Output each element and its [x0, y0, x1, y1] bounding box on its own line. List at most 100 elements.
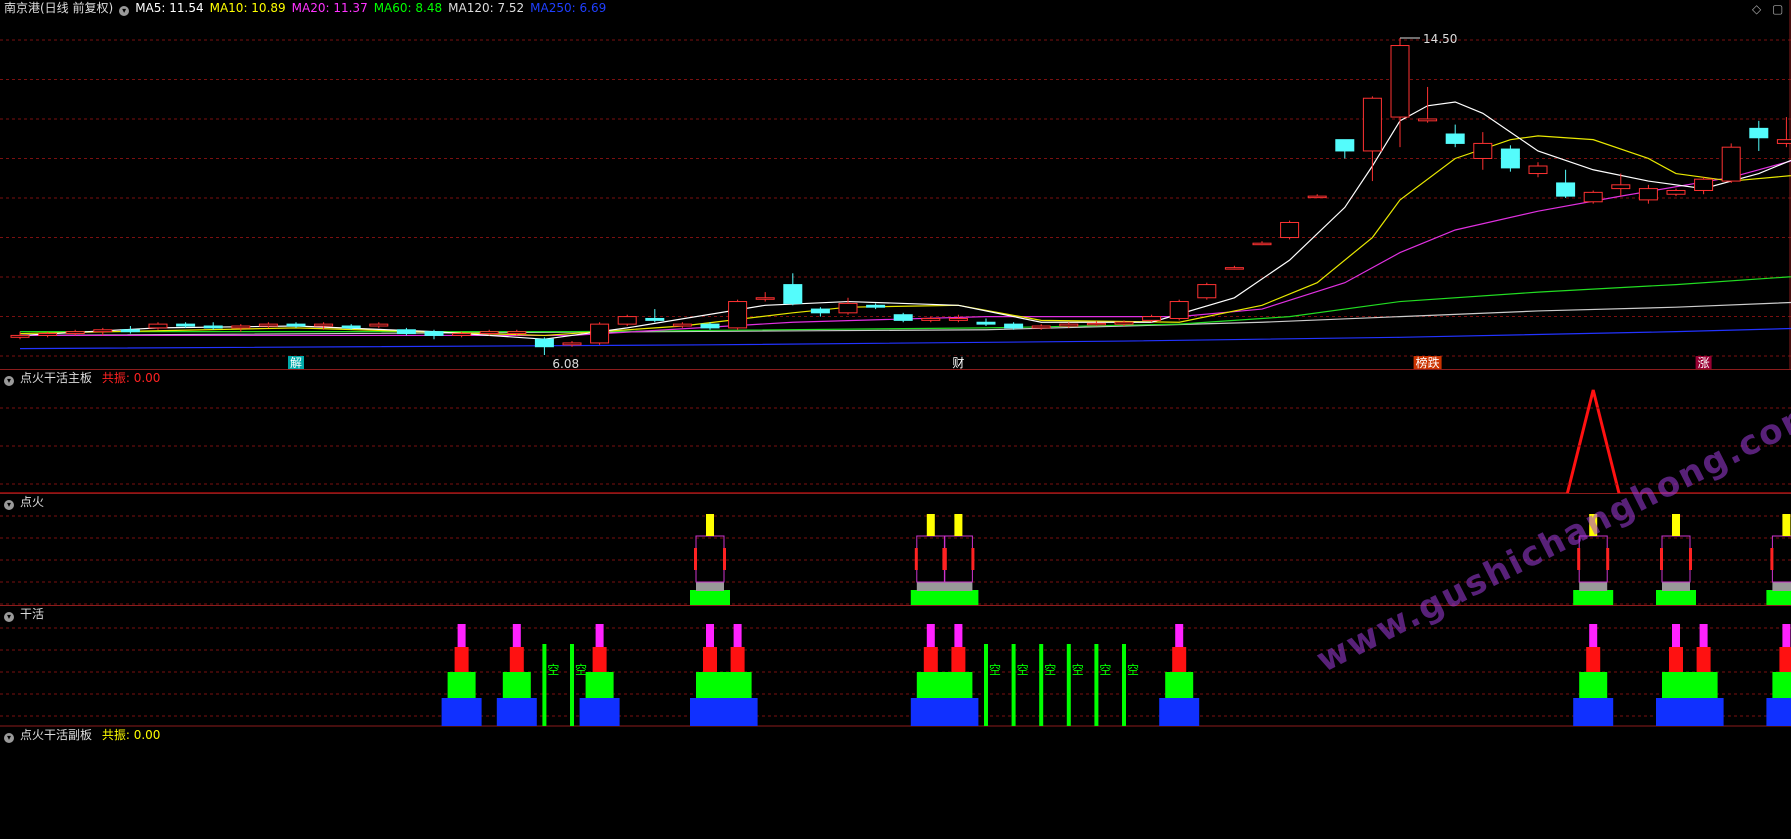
work-signal [496, 624, 537, 726]
empty-signal-label: 空 [1072, 663, 1084, 677]
candle [93, 327, 113, 336]
candle [1721, 143, 1741, 183]
candle [1500, 145, 1520, 172]
candle [866, 303, 886, 310]
ma-legend: MA5: 11.54 MA10: 10.89 MA20: 11.37 MA60: 8.… [135, 1, 612, 15]
empty-signal-bar [984, 644, 988, 726]
empty-signal-bar [542, 644, 547, 726]
candle [1307, 194, 1327, 199]
resonance-chart [0, 389, 1791, 494]
candle [286, 322, 306, 328]
event-marker: 涨 [1698, 355, 1710, 369]
toggle-icon[interactable]: ▾ [4, 376, 14, 386]
candle [1556, 169, 1576, 199]
empty-signal-bar [1039, 644, 1044, 726]
candle [1197, 282, 1217, 300]
candle [617, 314, 637, 327]
ignite-chart [0, 514, 1791, 606]
resonance-line [0, 389, 1791, 494]
candle [1583, 190, 1603, 204]
candle [1694, 177, 1714, 195]
resonance-panel[interactable]: ▾ 点火干活主板 共振: 0.00 [0, 369, 1791, 494]
empty-signal-bar [1122, 644, 1126, 726]
ignite-panel-header: ▾ 点火 [4, 495, 50, 510]
candle [1445, 124, 1465, 148]
candlestick-chart[interactable]: 14.50 6.08 解 财 榜跌 涨 [0, 0, 1791, 369]
candle [783, 273, 803, 306]
empty-signal-bar [1066, 644, 1071, 726]
toggle-icon[interactable]: ▾ [4, 500, 14, 510]
candle [1169, 299, 1189, 321]
candle [1252, 241, 1272, 246]
candle [231, 324, 251, 332]
candle [1335, 139, 1355, 159]
stock-name: 南京港(日线 前复权) [4, 1, 114, 15]
resonance-value: 共振: 0.00 [101, 728, 161, 742]
ignite-signal [1573, 514, 1614, 606]
candle [120, 326, 140, 334]
candle [976, 318, 996, 327]
empty-signal-label: 空 [575, 663, 587, 677]
ma-legend-item: MA20: 11.37 [291, 1, 368, 15]
candle [1749, 120, 1769, 151]
candle [1362, 96, 1382, 182]
candle [534, 337, 554, 355]
main-chart-header: 南京港(日线 前复权) ▾ MA5: 11.54 MA10: 10.89 MA20: 1… [4, 1, 618, 16]
ma10-line [19, 135, 1791, 337]
candle [948, 314, 968, 323]
toggle-icon[interactable]: ▾ [4, 733, 14, 743]
ma-legend-item: MA5: 11.54 [135, 1, 204, 15]
toggle-icon[interactable]: ▾ [4, 612, 14, 622]
ma-legend-item: MA10: 10.89 [209, 1, 286, 15]
high-price-label: 14.50 [1423, 32, 1457, 46]
empty-signal-label: 空 [989, 663, 1001, 677]
ignite-panel[interactable]: ▾ 点火 [0, 493, 1791, 606]
empty-signal-label: 空 [1017, 663, 1029, 677]
work-panel-header: ▾ 干活 [4, 607, 50, 622]
empty-signal-bar [1011, 644, 1016, 726]
main-chart-pane[interactable]: 14.50 6.08 解 财 榜跌 涨 南京港(日线 前复权) ▾ MA5: 11.54 MA1… [0, 0, 1791, 369]
ma20-line [20, 160, 1791, 337]
candle [645, 309, 665, 323]
empty-signal-label: 空 [1099, 663, 1111, 677]
work-signal [1159, 624, 1200, 726]
panel-title: 干活 [20, 607, 45, 621]
maximize-icon[interactable]: ▢ [1772, 2, 1783, 16]
candle [1142, 314, 1162, 323]
candle [396, 327, 416, 336]
candle [369, 322, 389, 328]
work-chart: 空空空空空空空空 [0, 624, 1791, 727]
event-marker: 财 [952, 356, 964, 369]
candle [1528, 162, 1548, 178]
candle [672, 322, 692, 328]
panel-title: 点火干活副板 [20, 728, 93, 742]
work-signal [1573, 624, 1614, 726]
work-signal [441, 624, 482, 726]
candle [838, 297, 858, 315]
empty-signal-label: 空 [547, 663, 559, 677]
candle [810, 307, 830, 317]
candle [1280, 220, 1300, 240]
event-marker: 解 [290, 356, 302, 369]
ma-legend-item: MA120: 7.52 [448, 1, 525, 15]
work-signal [690, 624, 758, 726]
panel-title: 点火干活主板 [20, 371, 93, 385]
ma250-line [19, 327, 1791, 350]
candle [893, 312, 913, 323]
empty-signal-bar [1094, 644, 1099, 726]
empty-signal-bar [570, 644, 574, 726]
candle [1638, 184, 1658, 204]
toggle-icon[interactable]: ▾ [119, 6, 130, 16]
empty-signal-label: 空 [1127, 663, 1139, 677]
ma-legend-item: MA250: 6.69 [530, 1, 607, 15]
work-panel[interactable]: 空 空 空 空 空 空 空 空 ▾ 干活 ▾ 点火干活副板 共振: 0.00 [0, 605, 1791, 832]
resonance-panel-header: ▾ 点火干活主板 共振: 0.00 [4, 371, 166, 386]
work-signal [910, 624, 979, 726]
resonance-value: 共振: 0.00 [101, 371, 161, 385]
candle [203, 322, 223, 330]
diamond-icon[interactable]: ◇ [1752, 2, 1761, 16]
candle [424, 329, 444, 340]
candle [728, 299, 748, 330]
empty-signal-label: 空 [1044, 663, 1056, 677]
event-marker: 榜跌 [1416, 355, 1440, 369]
